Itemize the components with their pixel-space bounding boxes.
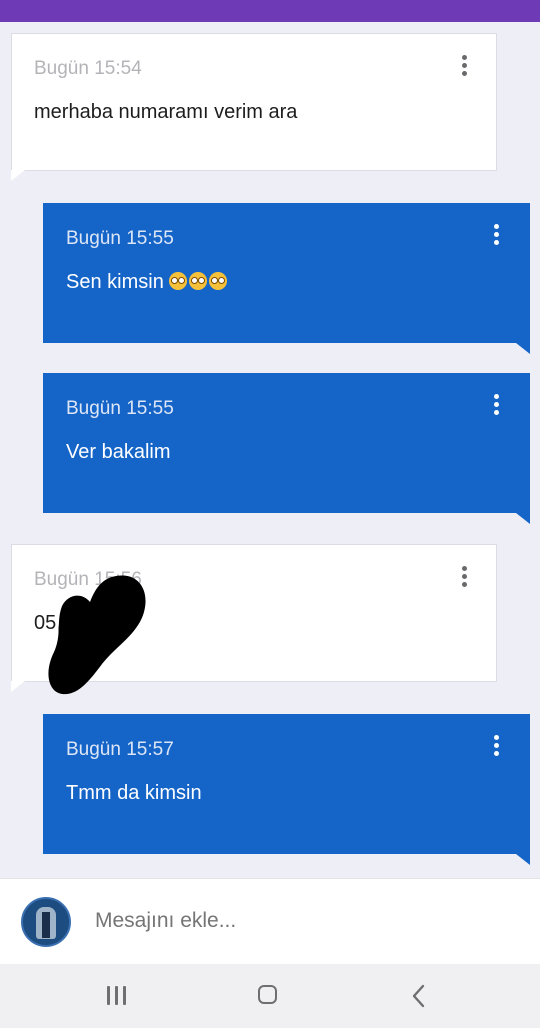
message-input[interactable] (95, 909, 515, 933)
message-bubble-outgoing[interactable]: Bugün 15:57 Tmm da kimsin (43, 714, 530, 865)
bubble-tail (516, 343, 530, 354)
message-bubble-incoming[interactable]: Bugün 15:54 merhaba numaramı verim ara (11, 33, 497, 181)
message-time: Bugün 15:55 (66, 398, 174, 419)
message-text: merhaba numaramı verim ara (34, 101, 298, 123)
message-time: Bugün 15:54 (34, 58, 142, 79)
system-nav-bar (0, 964, 540, 1028)
message-text: Sen kimsin (66, 271, 164, 293)
more-vert-icon[interactable] (452, 52, 476, 82)
message-composer (0, 878, 540, 965)
message-text: Tmm da kimsin (66, 782, 202, 804)
user-avatar[interactable] (21, 897, 71, 947)
bubble-tail (516, 513, 530, 524)
message-bubble-outgoing[interactable]: Bugün 15:55 Ver bakalim (43, 373, 530, 524)
flushed-face-emoji (169, 272, 188, 290)
flushed-face-emoji (189, 272, 208, 290)
more-vert-icon[interactable] (484, 391, 508, 421)
redaction-scribble (48, 575, 146, 695)
avatar-figure-shadow (42, 912, 50, 938)
message-time: Bugün 15:57 (66, 739, 174, 760)
rolling-eyes-emoji (209, 272, 228, 290)
more-vert-icon[interactable] (484, 732, 508, 762)
bubble-tail (11, 170, 25, 181)
home-icon[interactable] (258, 985, 277, 1004)
message-text-row: Sen kimsin (66, 271, 229, 294)
message-bubble-outgoing[interactable]: Bugün 15:55 Sen kimsin (43, 203, 530, 354)
recent-apps-icon[interactable] (107, 986, 129, 1006)
back-icon[interactable] (409, 984, 429, 1008)
message-time: Bugün 15:55 (66, 228, 174, 249)
status-bar (0, 0, 540, 22)
bubble-tail (11, 681, 25, 692)
more-vert-icon[interactable] (452, 563, 476, 593)
bubble-tail (516, 854, 530, 865)
message-text: Ver bakalim (66, 441, 171, 463)
more-vert-icon[interactable] (484, 221, 508, 251)
